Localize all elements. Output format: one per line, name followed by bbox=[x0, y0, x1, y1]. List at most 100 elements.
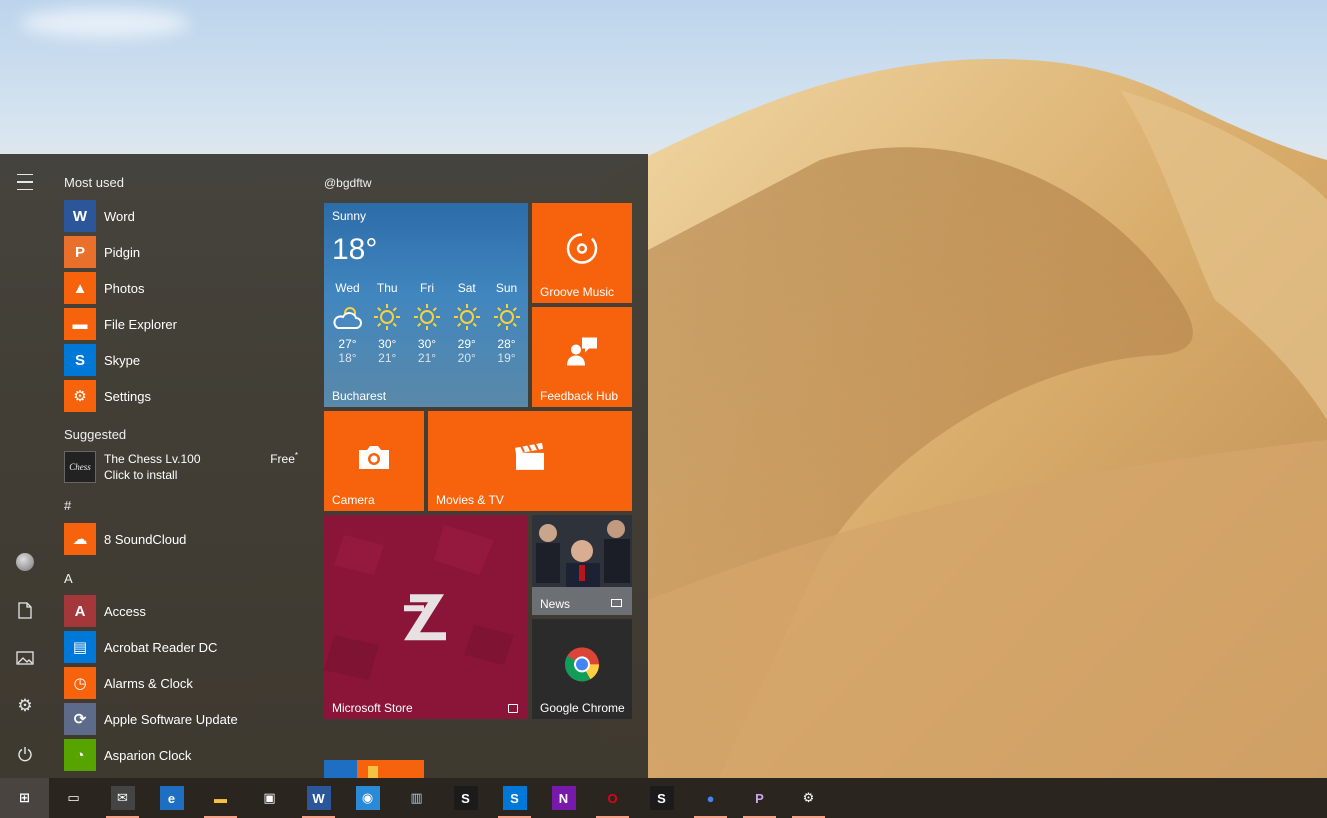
forecast-day: Wed 27° 18° bbox=[328, 281, 367, 365]
settings-taskbar-icon[interactable]: ⚙ bbox=[784, 778, 833, 818]
groove-music-icon bbox=[565, 232, 599, 269]
app-list-item-label: Photos bbox=[104, 280, 145, 296]
word-icon: W bbox=[64, 200, 96, 232]
settings-gear-icon[interactable]: ⚙ bbox=[0, 686, 50, 726]
sun-icon bbox=[368, 301, 407, 333]
user-avatar[interactable] bbox=[0, 542, 50, 582]
app-list-item[interactable]: ◷ Alarms & Clock bbox=[64, 666, 304, 700]
app-list-item-label: Pidgin bbox=[104, 244, 141, 260]
app-list-item[interactable]: ☁ 8 SoundCloud bbox=[64, 522, 304, 556]
chrome-taskbar-icon[interactable]: ● bbox=[686, 778, 735, 818]
app-list-item[interactable]: ⚙ Settings bbox=[64, 379, 304, 413]
apple-update-icon: ⟳ bbox=[64, 703, 96, 735]
forecast-high: 30° bbox=[417, 337, 437, 351]
forecast-day-name: Sun bbox=[495, 281, 518, 295]
pidgin-taskbar-icon[interactable]: P bbox=[735, 778, 784, 818]
movies-tv-tile[interactable]: Movies & TV bbox=[428, 411, 632, 511]
app-list-item[interactable]: P Pidgin bbox=[64, 235, 304, 269]
forecast-low: 18° bbox=[338, 351, 357, 365]
edge-taskbar-icon[interactable]: e bbox=[147, 778, 196, 818]
file-explorer-taskbar-icon[interactable]: ▬ bbox=[196, 778, 245, 818]
mail-taskbar-icon-glyph-icon: ✉ bbox=[110, 786, 135, 810]
app-list-item-label: 8 SoundCloud bbox=[104, 531, 187, 547]
keepass-taskbar-icon-glyph-icon: ◉ bbox=[355, 786, 380, 810]
news-badge-icon bbox=[611, 599, 622, 607]
pictures-icon[interactable] bbox=[0, 638, 50, 678]
app-s-taskbar-icon[interactable]: S bbox=[441, 778, 490, 818]
app-s2-taskbar-icon[interactable]: S bbox=[637, 778, 686, 818]
feedback-hub-tile[interactable]: Feedback Hub bbox=[532, 307, 632, 407]
file-explorer-icon: ▬ bbox=[64, 308, 96, 340]
remote-desktop-taskbar-icon-glyph-icon: ▥ bbox=[410, 790, 423, 805]
settings-taskbar-icon-glyph-icon: ⚙ bbox=[802, 790, 815, 805]
hamburger-menu-icon[interactable] bbox=[0, 162, 50, 202]
keepass-taskbar-icon[interactable]: ◉ bbox=[343, 778, 392, 818]
sun-icon bbox=[408, 301, 447, 333]
word-taskbar-icon[interactable]: W bbox=[294, 778, 343, 818]
hash-heading[interactable]: # bbox=[64, 498, 71, 513]
start-button[interactable]: ⊞ bbox=[0, 778, 49, 818]
forecast-day: Fri 30° 21° bbox=[408, 281, 447, 365]
camera-icon bbox=[357, 443, 391, 474]
camera-tile[interactable]: Camera bbox=[324, 411, 424, 511]
partly-cloudy-icon bbox=[328, 301, 367, 333]
weather-tile[interactable]: Sunny 18° Wed 27° 18° Thu 30° 21° Fri 30° 21° Sat… bbox=[324, 203, 528, 407]
onenote-taskbar-icon[interactable]: N bbox=[539, 778, 588, 818]
photos-icon: ▲ bbox=[64, 272, 96, 304]
app-list-item[interactable]: ▬ File Explorer bbox=[64, 307, 304, 341]
tile-group-title[interactable]: @bgdftw bbox=[324, 176, 372, 190]
partial-tile-folder-icon bbox=[368, 766, 378, 778]
app-list-item[interactable]: ▲ Photos bbox=[64, 271, 304, 305]
app-list-item-label: Settings bbox=[104, 388, 151, 404]
forecast-low: 20° bbox=[457, 351, 476, 365]
movies-tv-label: Movies & TV bbox=[436, 493, 504, 507]
opera-taskbar-icon[interactable]: O bbox=[588, 778, 637, 818]
app-list-item[interactable]: W Word bbox=[64, 199, 304, 233]
app-list-item[interactable]: S Skype bbox=[64, 343, 304, 377]
skype-taskbar-icon[interactable]: S bbox=[490, 778, 539, 818]
forecast-day-name: Thu bbox=[376, 281, 398, 295]
remote-desktop-taskbar-icon[interactable]: ▥ bbox=[392, 778, 441, 818]
pidgin-icon: P bbox=[64, 236, 96, 268]
camera-label: Camera bbox=[332, 493, 375, 507]
app-list-item[interactable]: ⟳ Apple Software Update bbox=[64, 702, 304, 736]
store-taskbar-icon[interactable]: ▣ bbox=[245, 778, 294, 818]
forecast-low: 21° bbox=[378, 351, 397, 365]
weather-forecast: Wed 27° 18° Thu 30° 21° Fri 30° 21° Sat 29° 20° Sun 2… bbox=[328, 281, 526, 365]
word-taskbar-icon-glyph-icon: W bbox=[306, 786, 331, 810]
partial-tile-row[interactable] bbox=[324, 760, 424, 778]
app-list-item[interactable]: A Access bbox=[64, 594, 304, 628]
clapperboard-icon bbox=[514, 442, 546, 475]
app-list-item-label: File Explorer bbox=[104, 316, 177, 332]
clock-icon: ◔ bbox=[64, 739, 96, 771]
app-list-item-label: Access bbox=[104, 603, 146, 619]
app-list-item-label: Word bbox=[104, 208, 135, 224]
avatar bbox=[16, 553, 34, 571]
gear-icon: ⚙ bbox=[64, 380, 96, 412]
file-explorer-taskbar-icon-glyph-icon: ▬ bbox=[214, 790, 227, 806]
microsoft-store-tile[interactable]: Microsoft Store bbox=[324, 515, 528, 719]
groove-music-tile[interactable]: Groove Music bbox=[532, 203, 632, 303]
forecast-day-name: Sat bbox=[457, 281, 476, 295]
app-list-item-label: Alarms & Clock bbox=[104, 675, 193, 691]
onenote-taskbar-icon-glyph-icon: N bbox=[551, 786, 576, 810]
task-view-button[interactable]: ▭ bbox=[49, 778, 98, 818]
news-tile[interactable]: News bbox=[532, 515, 632, 615]
app-list-item[interactable]: ◔ Asparion Clock bbox=[64, 738, 304, 772]
forecast-high: 27° bbox=[338, 337, 357, 351]
app-list-item[interactable]: ▤ Acrobat Reader DC bbox=[64, 630, 304, 664]
start-glyph-icon: ⊞ bbox=[19, 790, 30, 805]
pidgin-taskbar-icon-glyph-icon: P bbox=[755, 790, 764, 806]
app-list-item-label: Apple Software Update bbox=[104, 711, 238, 727]
power-icon[interactable] bbox=[0, 734, 50, 774]
forecast-day: Thu 30° 21° bbox=[368, 281, 407, 365]
forecast-high: 28° bbox=[497, 337, 516, 351]
suggested-app-chess[interactable]: Chess The Chess Lv.100 Click to install … bbox=[64, 451, 304, 485]
google-chrome-tile[interactable]: Google Chrome bbox=[532, 619, 632, 719]
sun-icon bbox=[447, 301, 486, 333]
skype-taskbar-icon-glyph-icon: S bbox=[502, 786, 527, 810]
a-heading[interactable]: A bbox=[64, 571, 73, 586]
documents-icon[interactable] bbox=[0, 590, 50, 630]
sun-icon bbox=[487, 301, 526, 333]
mail-taskbar-icon[interactable]: ✉ bbox=[98, 778, 147, 818]
